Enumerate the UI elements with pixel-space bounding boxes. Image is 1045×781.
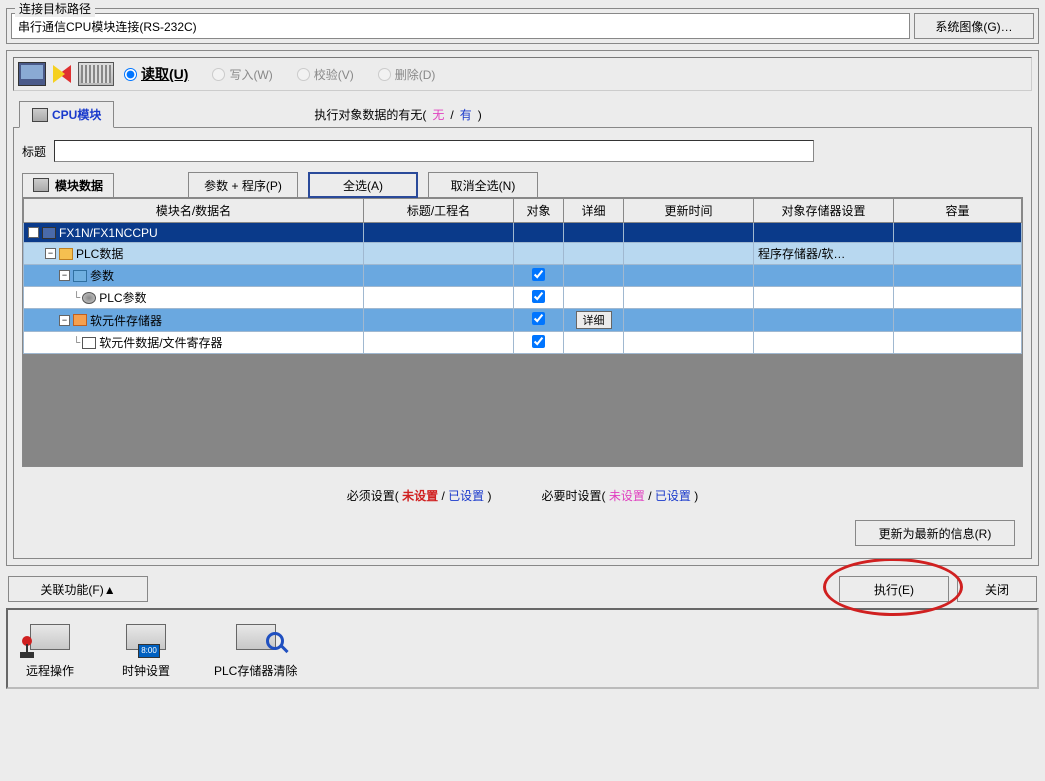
col-capacity[interactable]: 容量 [894, 199, 1022, 223]
status-sep: / [450, 108, 453, 122]
legend-set: 已设置 [448, 489, 484, 503]
doc-icon [82, 337, 96, 349]
param-program-button[interactable]: 参数 + 程序(P) [188, 172, 298, 198]
mode-write-input [212, 68, 225, 81]
mode-delete-label: 删除(D) [395, 66, 436, 83]
cpu-tab-label: CPU模块 [52, 106, 101, 123]
detail-button[interactable]: 详细 [576, 311, 612, 329]
title-input[interactable] [54, 140, 814, 162]
row-label: 软元件数据/文件寄存器 [99, 334, 222, 351]
mode-verify-radio[interactable]: 校验(V) [297, 66, 354, 83]
remote-operation-item[interactable]: 远程操作 [22, 618, 78, 679]
cpu-tab-icon [32, 108, 48, 122]
related-functions-panel: 远程操作 8:00 时钟设置 PLC存储器清除 [6, 608, 1039, 689]
status-none: 无 [432, 106, 444, 123]
monitor-icon [18, 62, 46, 86]
legend-opt-label: 必要时设置( [542, 489, 606, 503]
remote-label: 远程操作 [26, 662, 74, 679]
status-suffix: ) [478, 108, 482, 122]
connection-path-text: 串行通信CPU模块连接(RS-232C) [18, 18, 197, 35]
col-update[interactable]: 更新时间 [624, 199, 754, 223]
mode-toolbar: 读取(U) 写入(W) 校验(V) 删除(D) [13, 57, 1032, 91]
module-data-tab[interactable]: 模块数据 [22, 173, 114, 198]
row-label: PLC参数 [99, 289, 146, 306]
module-data-label: 模块数据 [55, 177, 103, 194]
mode-write-label: 写入(W) [229, 66, 272, 83]
row-label: PLC数据 [76, 245, 123, 262]
legend-sep: / [441, 489, 444, 503]
mode-verify-label: 校验(V) [314, 66, 354, 83]
device-mem-icon [73, 314, 87, 326]
table-row[interactable]: └PLC参数 [24, 287, 1022, 309]
cpu-icon [42, 227, 56, 239]
mode-delete-input [378, 68, 391, 81]
col-memset[interactable]: 对象存储器设置 [754, 199, 894, 223]
plc-memory-clear-item[interactable]: PLC存储器清除 [214, 618, 297, 679]
mode-verify-input [297, 68, 310, 81]
expand-toggle[interactable]: − [59, 270, 70, 281]
toolbar-icons [18, 62, 114, 86]
legend-set2: 已设置 [655, 489, 691, 503]
connection-group-label: 连接目标路径 [15, 0, 95, 17]
col-detail[interactable]: 详细 [564, 199, 624, 223]
mode-delete-radio[interactable]: 删除(D) [378, 66, 436, 83]
col-title[interactable]: 标题/工程名 [364, 199, 514, 223]
close-button[interactable]: 关闭 [957, 576, 1037, 602]
row-label: 参数 [90, 267, 114, 284]
legend-notset2: 未设置 [609, 489, 645, 503]
clock-digits: 8:00 [138, 644, 160, 658]
table-row[interactable]: └软元件数据/文件寄存器 [24, 332, 1022, 354]
data-status-line: 执行对象数据的有无( 无 / 有 ) [314, 106, 481, 123]
module-data-icon [33, 178, 49, 192]
legend-notset: 未设置 [402, 489, 438, 503]
target-checkbox[interactable] [532, 312, 545, 325]
status-prefix: 执行对象数据的有无( [314, 106, 426, 123]
mode-read-input[interactable] [124, 68, 137, 81]
plc-device-icon [78, 62, 114, 86]
table-row[interactable]: − 参数 [24, 265, 1022, 287]
expand-toggle[interactable]: − [28, 227, 39, 238]
deselect-all-button[interactable]: 取消全选(N) [428, 172, 538, 198]
clock-label: 时钟设置 [122, 662, 170, 679]
legend-close2: ) [694, 489, 698, 503]
target-checkbox[interactable] [532, 268, 545, 281]
target-checkbox[interactable] [532, 335, 545, 348]
connection-path-field[interactable]: 串行通信CPU模块连接(RS-232C) [11, 13, 910, 39]
status-has: 有 [460, 106, 472, 123]
param-icon [73, 270, 87, 282]
row-label: 软元件存储器 [90, 312, 162, 329]
row-label: FX1N/FX1NCCPU [59, 226, 158, 240]
clock-setting-item[interactable]: 8:00 时钟设置 [118, 618, 174, 679]
related-functions-button[interactable]: 关联功能(F)▲ [8, 576, 148, 602]
col-name[interactable]: 模块名/数据名 [24, 199, 364, 223]
mode-read-label: 读取(U) [141, 64, 188, 84]
folder-icon [59, 248, 73, 260]
execute-button[interactable]: 执行(E) [839, 576, 949, 602]
legend-sep2: / [648, 489, 651, 503]
legend-close: ) [488, 489, 492, 503]
mode-write-radio[interactable]: 写入(W) [212, 66, 272, 83]
system-image-button[interactable]: 系统图像(G)… [914, 13, 1034, 39]
data-table: 模块名/数据名 标题/工程名 对象 详细 更新时间 对象存储器设置 容量 −FX… [22, 197, 1023, 467]
expand-toggle[interactable]: − [59, 315, 70, 326]
table-row[interactable]: − PLC数据 程序存储器/软… [24, 243, 1022, 265]
refresh-button[interactable]: 更新为最新的信息(R) [855, 520, 1015, 546]
transfer-arrows-icon [48, 62, 76, 86]
cpu-module-tab[interactable]: CPU模块 [19, 101, 114, 128]
legend: 必须设置( 未设置 / 已设置 ) 必要时设置( 未设置 / 已设置 ) [22, 487, 1023, 504]
table-row[interactable]: − FX1N/FX1NCCPU [24, 223, 1022, 243]
mem-setting: 程序存储器/软… [754, 243, 894, 265]
expand-toggle[interactable]: − [45, 248, 56, 259]
legend-must-label: 必须设置( [347, 489, 399, 503]
mode-read-radio[interactable]: 读取(U) [124, 64, 188, 84]
gear-icon [82, 292, 96, 304]
col-target[interactable]: 对象 [514, 199, 564, 223]
target-checkbox[interactable] [532, 290, 545, 303]
title-label: 标题 [22, 143, 46, 160]
clear-label: PLC存储器清除 [214, 662, 297, 679]
select-all-button[interactable]: 全选(A) [308, 172, 418, 198]
table-row[interactable]: − 软元件存储器 详细 [24, 309, 1022, 332]
